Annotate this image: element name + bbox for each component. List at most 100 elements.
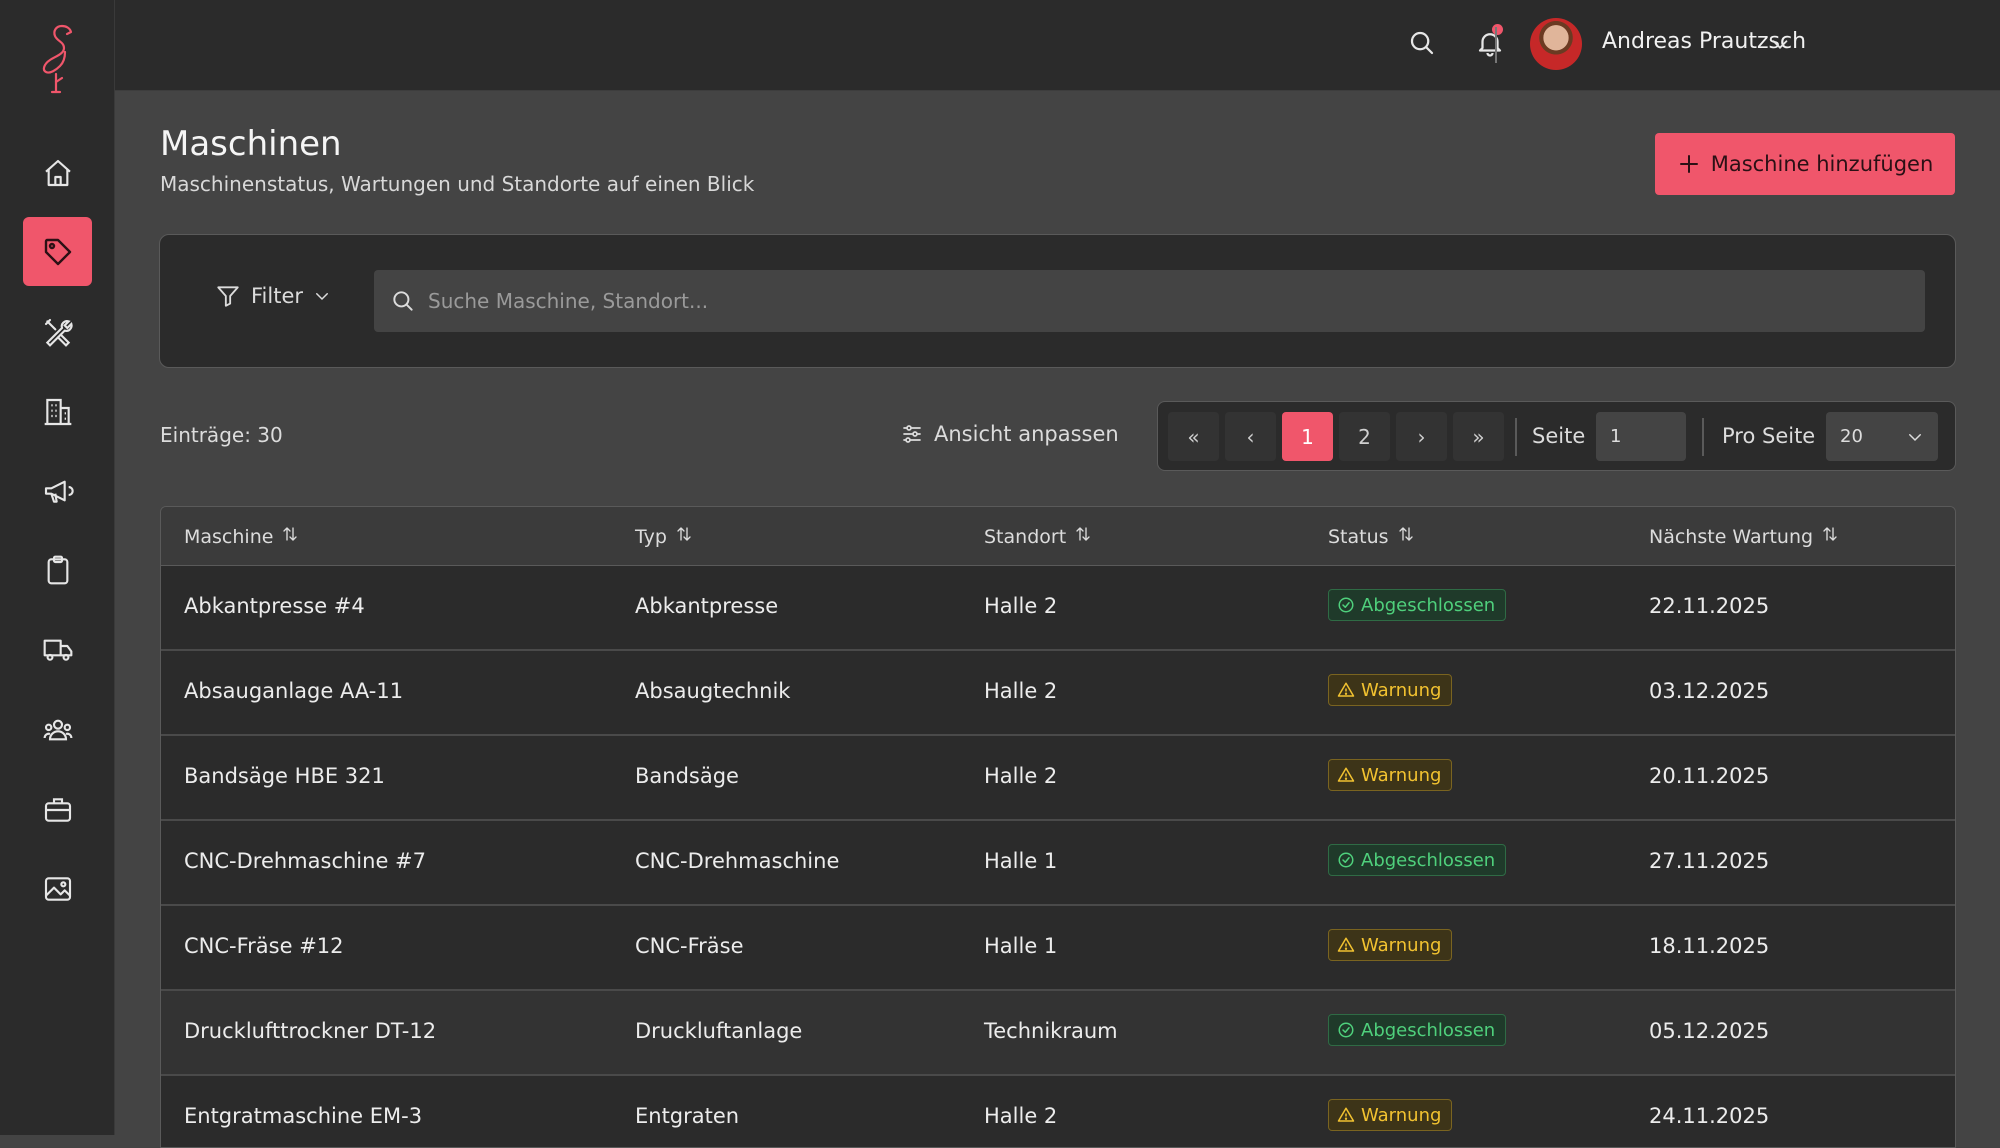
customize-view-label: Ansicht anpassen <box>934 422 1119 446</box>
pagination: « ‹ 1 2 › » Seite Pro Seite 20 <box>1157 401 1956 471</box>
next-page-button[interactable]: › <box>1396 412 1447 461</box>
search-box[interactable] <box>374 270 1925 332</box>
status-badge: Abgeschlossen <box>1328 589 1507 621</box>
per-page-label: Pro Seite <box>1722 424 1816 448</box>
per-page-select[interactable]: 20 <box>1826 412 1938 461</box>
sidebar <box>0 0 115 1135</box>
nav-announcements[interactable] <box>23 456 92 525</box>
table-cell: Absaugtechnik <box>635 679 791 703</box>
page-2-button[interactable]: 2 <box>1339 412 1390 461</box>
briefcase-icon <box>44 797 71 822</box>
table-cell: Halle 2 <box>984 764 1058 788</box>
prev-page-button[interactable]: ‹ <box>1225 412 1276 461</box>
table-cell: Abkantpresse #4 <box>184 594 365 618</box>
clipboard-icon <box>47 555 68 584</box>
add-machine-label: Maschine hinzufügen <box>1710 152 1934 176</box>
table-cell: Bandsäge <box>635 764 739 788</box>
check-circle-icon <box>1337 596 1355 614</box>
nav-fleet[interactable] <box>23 615 92 684</box>
table-cell: 22.11.2025 <box>1649 594 1770 618</box>
add-machine-button[interactable]: Maschine hinzufügen <box>1655 133 1955 195</box>
check-circle-icon <box>1337 1021 1355 1039</box>
table-row[interactable]: Absauganlage AA-11 Absaugtechnik Halle 2 Wa… <box>161 651 1955 736</box>
per-page-value: 20 <box>1840 426 1863 447</box>
status-label: Warnung <box>1361 679 1442 701</box>
column-header[interactable]: Nächste Wartung <box>1649 525 1839 548</box>
divider <box>1702 418 1704 456</box>
table-cell: CNC-Fräse #12 <box>184 934 344 958</box>
table-cell: Druckluftanlage <box>635 1019 803 1043</box>
filter-button[interactable]: Filter <box>215 283 331 309</box>
nav-maintenance[interactable] <box>23 297 92 366</box>
nav-tasks[interactable] <box>23 535 92 604</box>
last-page-button[interactable]: » <box>1453 412 1504 461</box>
table-row[interactable]: CNC-Drehmaschine #7 CNC-Drehmaschine Halle… <box>161 821 1955 906</box>
image-icon <box>44 876 71 901</box>
nav-jobs[interactable] <box>23 775 92 844</box>
sort-icon <box>675 525 693 548</box>
page-number-input[interactable] <box>1596 412 1686 461</box>
first-page-button[interactable]: « <box>1168 412 1219 461</box>
status-badge: Abgeschlossen <box>1328 844 1507 876</box>
column-header[interactable]: Typ <box>635 525 693 548</box>
warning-icon <box>1337 936 1355 954</box>
column-header-label: Status <box>1328 525 1389 548</box>
tag-icon <box>44 238 71 265</box>
table-row[interactable]: Bandsäge HBE 321 Bandsäge Halle 2 Warnung 20… <box>161 736 1955 821</box>
table-cell: Bandsäge HBE 321 <box>184 764 385 788</box>
table-row[interactable]: Entgratmaschine EM-3 Entgraten Halle 2 Warn… <box>161 1076 1955 1147</box>
page-subtitle: Maschinenstatus, Wartungen und Standorte… <box>160 172 755 196</box>
search-icon <box>1410 31 1434 55</box>
table-cell: Entgratmaschine EM-3 <box>184 1104 423 1128</box>
status-label: Abgeschlossen <box>1361 849 1496 871</box>
filter-label: Filter <box>251 284 304 308</box>
table-cell: 20.11.2025 <box>1649 764 1770 788</box>
sort-icon <box>1397 525 1415 548</box>
search-icon <box>393 291 413 311</box>
customize-view-button[interactable]: Ansicht anpassen <box>900 422 1119 446</box>
column-header[interactable]: Maschine <box>184 525 299 548</box>
table-cell: Halle 2 <box>984 1104 1058 1128</box>
notifications-button[interactable] <box>1471 24 1509 62</box>
search-input[interactable] <box>426 288 1830 314</box>
page-1-button[interactable]: 1 <box>1282 412 1333 461</box>
warning-icon <box>1337 681 1355 699</box>
sliders-icon <box>903 425 921 443</box>
nav-locations[interactable] <box>23 377 92 446</box>
table-cell: Abkantpresse <box>635 594 779 618</box>
users-icon <box>43 719 72 740</box>
chevron-down-icon <box>1909 433 1921 441</box>
table-row[interactable]: Drucklufttrockner DT-12 Druckluftanlage Te… <box>161 991 1955 1076</box>
building-icon <box>44 398 71 425</box>
warning-icon <box>1337 1106 1355 1124</box>
status-badge: Abgeschlossen <box>1328 1014 1507 1046</box>
flamingo-logo[interactable] <box>32 20 82 96</box>
table-cell: CNC-Fräse <box>635 934 744 958</box>
status-badge: Warnung <box>1328 1099 1453 1131</box>
plus-icon <box>1679 155 1698 173</box>
column-header[interactable]: Standort <box>984 525 1092 548</box>
column-header-label: Typ <box>635 525 667 548</box>
entries-count: Einträge: 30 <box>160 423 283 447</box>
chevron-down-icon <box>316 293 329 301</box>
avatar[interactable] <box>1530 18 1582 70</box>
page-title: Maschinen <box>160 124 342 164</box>
filter-icon <box>217 286 239 307</box>
chevron-down-icon[interactable] <box>1769 33 1791 55</box>
table-row[interactable]: CNC-Fräse #12 CNC-Fräse Halle 1 Warnung 18.1… <box>161 906 1955 991</box>
status-label: Abgeschlossen <box>1361 1019 1496 1041</box>
nav-employees[interactable] <box>23 695 92 764</box>
search-button[interactable] <box>1403 24 1441 62</box>
table-row[interactable]: Abkantpresse #4 Abkantpresse Halle 2 Abgesc… <box>161 566 1955 651</box>
column-header[interactable]: Status <box>1328 525 1415 548</box>
nav-gallery[interactable] <box>23 854 92 923</box>
nav-machines[interactable] <box>23 217 92 286</box>
table-header: Maschine Typ Standort Status Nächste Wartung <box>161 507 1955 566</box>
nav-home[interactable] <box>23 138 92 207</box>
divider <box>1495 27 1497 63</box>
table-cell: Entgraten <box>635 1104 740 1128</box>
divider <box>1515 418 1517 456</box>
notification-badge <box>1492 24 1503 35</box>
column-header-label: Maschine <box>184 525 274 548</box>
column-header-label: Nächste Wartung <box>1649 525 1814 548</box>
